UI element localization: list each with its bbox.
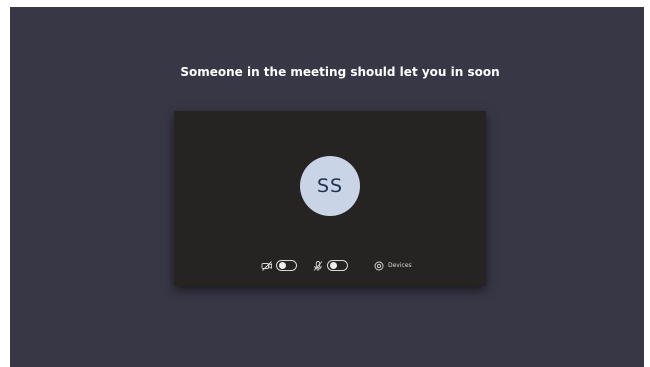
camera-toggle-knob bbox=[279, 262, 286, 269]
camera-off-icon[interactable] bbox=[261, 260, 273, 272]
meeting-lobby-window: Someone in the meeting should let you in… bbox=[10, 7, 644, 367]
microphone-toggle[interactable] bbox=[327, 260, 348, 271]
devices-button[interactable]: Devices bbox=[388, 261, 412, 271]
avatar: SS bbox=[300, 156, 360, 216]
gear-icon[interactable] bbox=[373, 260, 385, 272]
avatar-initials: SS bbox=[316, 175, 344, 197]
mic-off-icon[interactable] bbox=[312, 260, 324, 272]
video-preview-panel: SS Devices bbox=[174, 111, 486, 286]
microphone-toggle-knob bbox=[330, 262, 337, 269]
device-controls-bar: Devices bbox=[174, 259, 486, 273]
lobby-status-message: Someone in the meeting should let you in… bbox=[180, 65, 500, 79]
camera-toggle[interactable] bbox=[276, 260, 297, 271]
